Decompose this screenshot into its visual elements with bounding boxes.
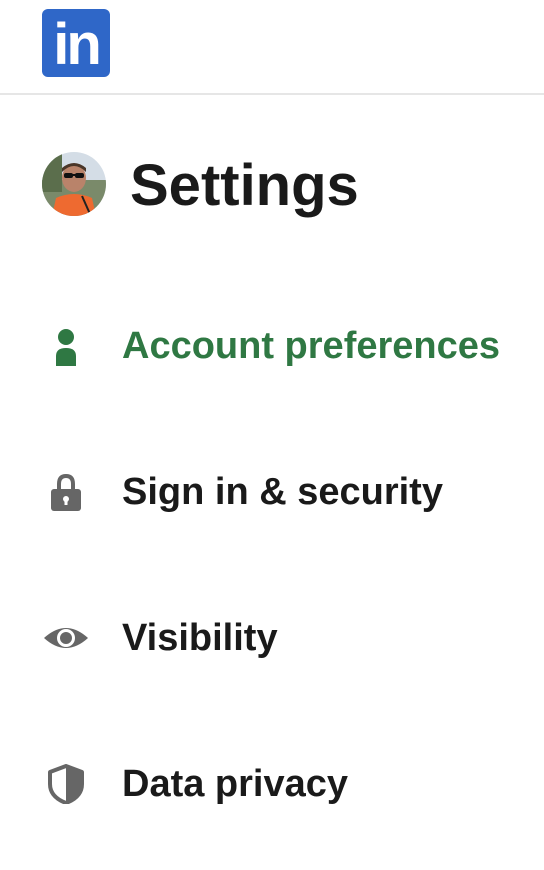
menu-item-data-privacy[interactable]: Data privacy <box>42 754 522 814</box>
page-title: Settings <box>130 153 359 218</box>
menu-item-sign-in-security[interactable]: Sign in & security <box>42 462 522 522</box>
lock-icon <box>42 472 90 512</box>
linkedin-logo[interactable]: in <box>42 9 110 77</box>
menu-label: Account preferences <box>122 325 501 367</box>
menu-label: Data privacy <box>122 763 349 805</box>
person-icon <box>42 326 90 366</box>
menu-item-account-preferences[interactable]: Account preferences <box>42 316 522 376</box>
shield-icon <box>42 764 90 805</box>
logo-text: in <box>53 12 102 77</box>
top-bar: in <box>0 0 544 95</box>
menu-label: Sign in & security <box>122 471 443 513</box>
avatar[interactable] <box>42 152 106 216</box>
eye-icon <box>42 618 90 658</box>
menu-label: Visibility <box>122 617 278 659</box>
menu-item-visibility[interactable]: Visibility <box>42 608 522 668</box>
